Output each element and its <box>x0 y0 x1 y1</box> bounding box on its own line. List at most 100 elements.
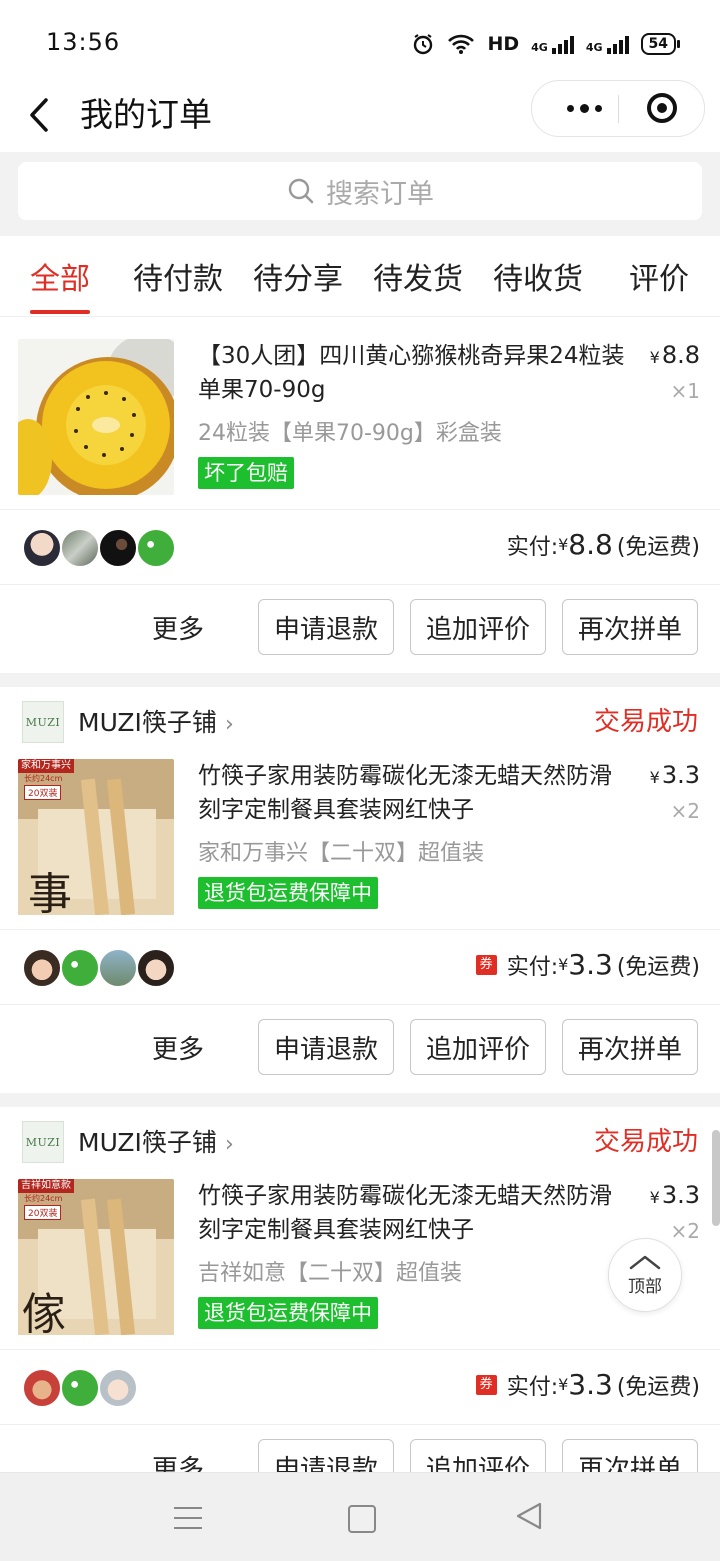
payment-row: 券实付: ¥3.3 (免运费) <box>0 929 720 1005</box>
signal-2-icon: 4G <box>586 34 629 54</box>
hd-indicator: HD <box>487 33 520 55</box>
product-thumbnail-kiwi <box>18 339 174 495</box>
wifi-icon <box>448 34 475 54</box>
product-quantity: ×2 <box>670 1219 700 1243</box>
tab-review[interactable]: 评价 <box>629 254 689 298</box>
product-spec: 24粒装【单果70-90g】彩盒装 <box>198 421 502 446</box>
mini-program-capsule <box>531 80 705 137</box>
battery-icon: 54 <box>640 33 681 55</box>
avatar <box>60 948 100 988</box>
regroup-button[interactable]: 再次拼单 <box>562 1019 698 1075</box>
paid-amount: 实付: ¥8.8 (免运费) <box>506 528 700 561</box>
regroup-button[interactable]: 再次拼单 <box>562 599 698 655</box>
home-icon[interactable] <box>348 1505 376 1533</box>
back-button[interactable] <box>22 88 62 140</box>
more-button[interactable]: 更多 <box>152 1449 204 1472</box>
status-icons: HD 4G 4G 54 <box>411 30 681 58</box>
back-to-top-label: 顶部 <box>628 1276 662 1297</box>
refund-button[interactable]: 申请退款 <box>258 1019 394 1075</box>
svg-text:事: 事 <box>28 869 72 915</box>
nav-back-icon[interactable] <box>514 1501 544 1531</box>
avatar <box>22 1368 62 1408</box>
product-thumbnail-chopsticks: 傢 吉祥如意款 长约24cm 20双装 <box>18 1179 174 1335</box>
back-arrow-icon <box>30 98 48 132</box>
add-review-button[interactable]: 追加评价 <box>410 1439 546 1472</box>
order-status: 交易成功 <box>593 1127 698 1157</box>
product-thumbnail-chopsticks: 事 家和万事兴 长约24cm 20双装 <box>18 759 174 915</box>
product-price: ¥3.3 <box>649 761 700 789</box>
avatar <box>98 528 138 568</box>
avatar <box>98 948 138 988</box>
tab-pending-payment[interactable]: 待付款 <box>133 254 223 298</box>
add-review-button[interactable]: 追加评价 <box>410 1019 546 1075</box>
thumb-label: 吉祥如意款 <box>18 1179 74 1193</box>
avatar <box>136 528 176 568</box>
order-card: 【30人团】四川黄心猕猴桃奇异果24粒装单果70-90g 24粒装【单果70-9… <box>0 317 720 673</box>
action-row: 更多 申请退款 追加评价 再次拼单 <box>0 1005 720 1091</box>
payment-row: 券实付: ¥3.3 (免运费) <box>0 1349 720 1425</box>
capsule-divider <box>618 95 619 123</box>
page-title: 我的订单 <box>80 95 212 134</box>
product-row[interactable]: 事 家和万事兴 长约24cm 20双装 竹筷子家用装防霉碳化无漆无蜡天然防滑刻字… <box>0 759 720 935</box>
coupon-badge: 券 <box>475 954 497 975</box>
search-placeholder: 搜索订单 <box>326 178 434 210</box>
shop-name: MUZI筷子铺 › <box>78 708 234 737</box>
group-avatars <box>22 948 176 988</box>
paid-amount: 券实付: ¥3.3 (免运费) <box>475 1368 700 1401</box>
group-avatars <box>22 1368 138 1408</box>
order-tabs: 全部 待付款 待分享 待发货 待收货 评价 <box>0 236 720 317</box>
chevron-right-icon: › <box>224 712 234 737</box>
system-nav-bar <box>0 1472 720 1561</box>
target-icon[interactable] <box>647 93 677 123</box>
chevron-right-icon: › <box>224 1132 234 1157</box>
search-input[interactable]: 搜索订单 <box>18 162 702 220</box>
guarantee-badge: 坏了包赔 <box>198 457 294 489</box>
coupon-badge: 券 <box>475 1374 497 1395</box>
more-button[interactable]: 更多 <box>152 609 204 646</box>
regroup-button[interactable]: 再次拼单 <box>562 1439 698 1472</box>
refund-button[interactable]: 申请退款 <box>258 1439 394 1472</box>
scrollbar[interactable] <box>712 1130 720 1226</box>
avatar <box>22 948 62 988</box>
thumb-pack: 20双装 <box>24 1205 62 1220</box>
product-quantity: ×2 <box>670 799 700 823</box>
shop-row[interactable]: MUZI MUZI筷子铺 › 交易成功 <box>0 1107 720 1177</box>
guarantee-badge: 退货包运费保障中 <box>198 877 378 909</box>
tab-pending-share[interactable]: 待分享 <box>253 254 343 298</box>
product-row[interactable]: 【30人团】四川黄心猕猴桃奇异果24粒装单果70-90g 24粒装【单果70-9… <box>0 339 720 515</box>
tab-pending-shipment[interactable]: 待发货 <box>373 254 463 298</box>
more-button[interactable]: 更多 <box>152 1029 204 1066</box>
product-quantity: ×1 <box>670 379 700 403</box>
shop-logo: MUZI <box>22 701 64 743</box>
action-row: 更多 申请退款 追加评价 再次拼单 <box>0 1425 720 1472</box>
tab-pending-receipt[interactable]: 待收货 <box>493 254 583 298</box>
product-spec: 家和万事兴【二十双】超值装 <box>198 841 485 866</box>
back-to-top-button[interactable]: 顶部 <box>608 1238 682 1312</box>
avatar <box>22 528 62 568</box>
shop-name: MUZI筷子铺 › <box>78 1128 234 1157</box>
chevron-up-icon <box>629 1255 661 1269</box>
more-dots-icon[interactable] <box>550 81 618 136</box>
menu-icon[interactable] <box>174 1507 202 1537</box>
thumb-sub: 长约24cm <box>24 774 63 783</box>
refund-button[interactable]: 申请退款 <box>258 599 394 655</box>
product-spec: 吉祥如意【二十双】超值装 <box>198 1261 463 1286</box>
avatar <box>60 528 100 568</box>
product-title: 竹筷子家用装防霉碳化无漆无蜡天然防滑刻字定制餐具套装网红快子 <box>198 1183 612 1243</box>
payment-row: 实付: ¥8.8 (免运费) <box>0 509 720 585</box>
thumb-sub: 长约24cm <box>24 1194 63 1203</box>
avatar <box>136 948 176 988</box>
product-title: 竹筷子家用装防霉碳化无漆无蜡天然防滑刻字定制餐具套装网红快子 <box>198 763 612 823</box>
product-title: 【30人团】四川黄心猕猴桃奇异果24粒装单果70-90g <box>198 343 625 403</box>
alarm-icon <box>414 34 433 55</box>
tab-active-indicator <box>30 310 90 314</box>
thumb-label: 家和万事兴 <box>18 759 74 773</box>
action-row: 更多 申请退款 追加评价 再次拼单 <box>0 585 720 671</box>
signal-1-icon: 4G <box>531 34 574 54</box>
shop-logo: MUZI <box>22 1121 64 1163</box>
shop-row[interactable]: MUZI MUZI筷子铺 › 交易成功 <box>0 687 720 757</box>
add-review-button[interactable]: 追加评价 <box>410 599 546 655</box>
avatar <box>60 1368 100 1408</box>
paid-amount: 券实付: ¥3.3 (免运费) <box>475 948 700 981</box>
tab-all[interactable]: 全部 <box>30 254 90 298</box>
